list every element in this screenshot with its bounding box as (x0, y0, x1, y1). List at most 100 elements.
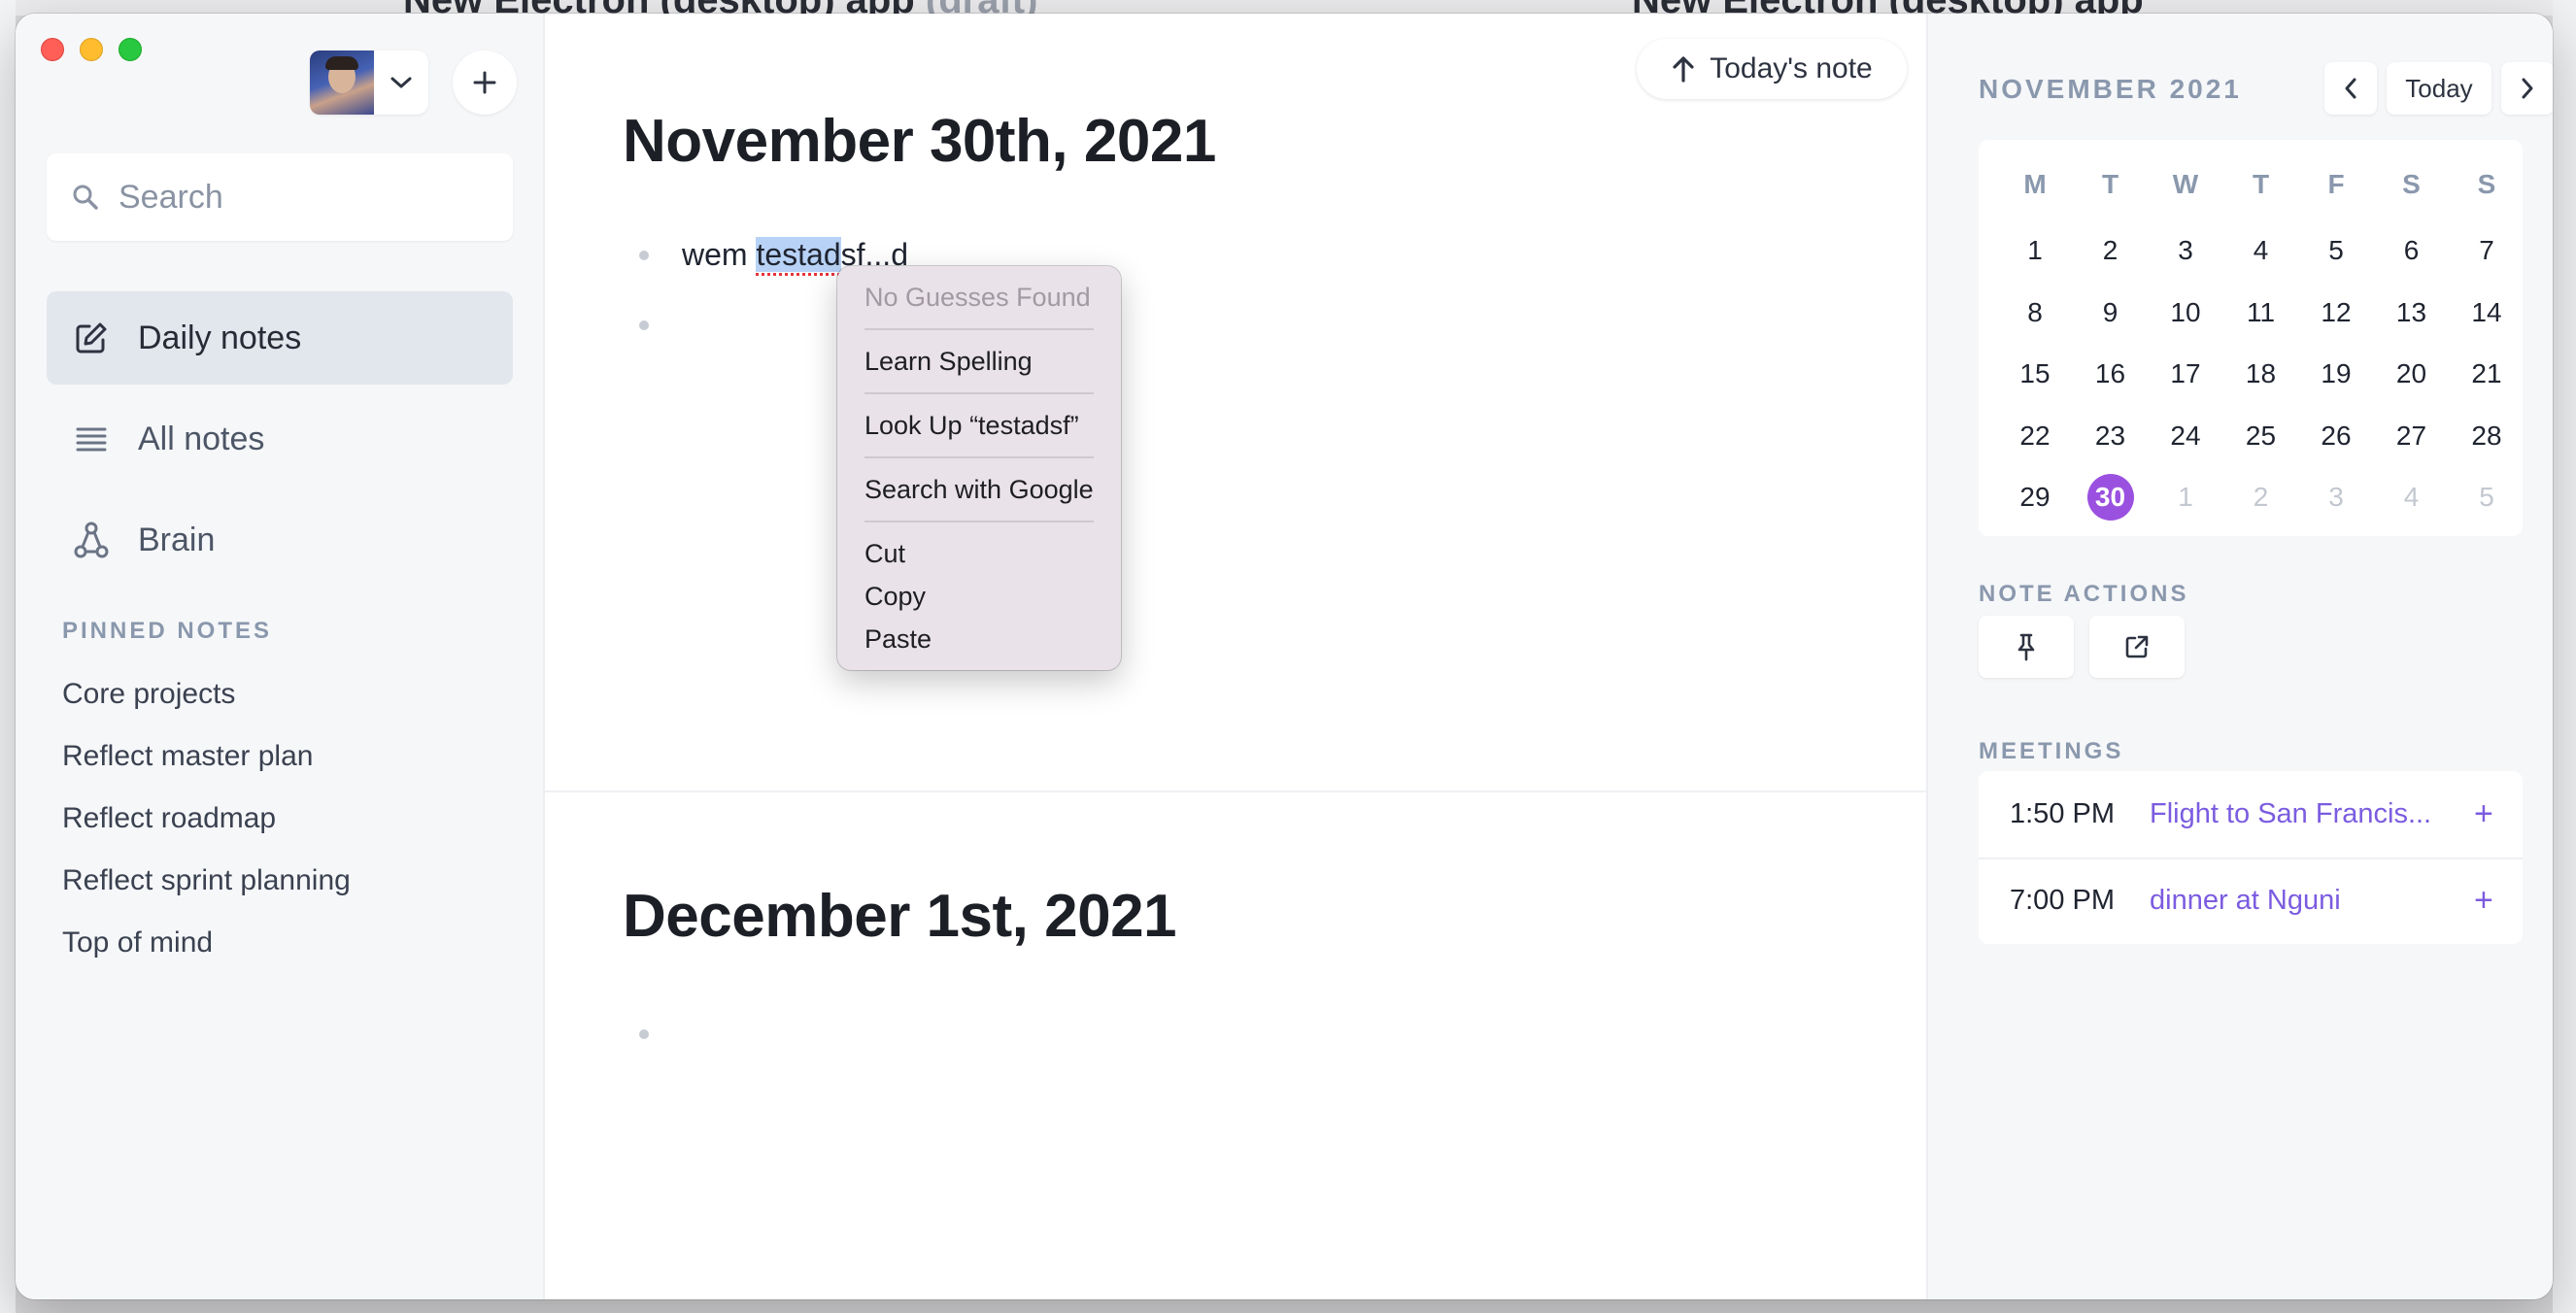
search-field[interactable] (47, 153, 513, 241)
calendar-day[interactable]: 7 (2457, 235, 2516, 266)
calendar-day[interactable]: 13 (2383, 297, 2441, 328)
calendar-day[interactable]: 17 (2156, 358, 2215, 389)
calendar-day[interactable]: 28 (2457, 421, 2516, 452)
calendar-day[interactable]: 21 (2457, 358, 2516, 389)
calendar-day[interactable]: 14 (2457, 297, 2516, 328)
calendar-day[interactable]: 9 (2082, 297, 2140, 328)
calendar-day[interactable]: 2 (2232, 482, 2290, 513)
account-switcher[interactable] (310, 50, 428, 115)
chevron-left-icon (2345, 78, 2356, 99)
meeting-title[interactable]: Flight to San Francis... (2150, 798, 2451, 830)
minimize-window-button[interactable] (80, 38, 103, 61)
menu-item-learn-spelling[interactable]: Learn Spelling (837, 340, 1121, 383)
calendar-day[interactable]: 3 (2156, 235, 2215, 266)
calendar-day[interactable]: 29 (2006, 482, 2064, 513)
menu-separator (864, 328, 1094, 330)
calendar-day[interactable]: 16 (2082, 358, 2140, 389)
calendar-day[interactable]: 10 (2156, 297, 2215, 328)
menu-item-paste[interactable]: Paste (837, 618, 1121, 660)
sidebar-item-label: All notes (138, 420, 265, 457)
right-panel: NOVEMBER 2021 Today M T W T F S S 1 2 3 4 5 6 7 8 9 10 11… (1926, 14, 2553, 1299)
menu-separator (864, 392, 1094, 394)
close-window-button[interactable] (41, 38, 64, 61)
meeting-row[interactable]: 1:50 PM Flight to San Francis... + (1979, 771, 2523, 858)
calendar-day[interactable]: 3 (2307, 482, 2365, 513)
calendar-day[interactable]: 22 (2006, 421, 2064, 452)
calendar-day[interactable]: 15 (2006, 358, 2064, 389)
menu-item-look-up[interactable]: Look Up “testadsf” (837, 404, 1121, 447)
calendar-day[interactable]: 25 (2232, 421, 2290, 452)
calendar-day[interactable]: 4 (2232, 235, 2290, 266)
menu-separator (864, 456, 1094, 458)
menu-item-search-google[interactable]: Search with Google (837, 468, 1121, 511)
calendar-day[interactable]: 18 (2232, 358, 2290, 389)
maximize-window-button[interactable] (119, 38, 142, 61)
background-right-strip (2553, 0, 2576, 1313)
sidebar: Daily notes All notes Brain PINNED NOTES… (16, 14, 545, 1299)
pinned-note-link[interactable]: Core projects (62, 678, 235, 711)
selected-misspelled-word[interactable]: testad (756, 237, 841, 272)
calendar-day[interactable]: 5 (2307, 235, 2365, 266)
pinned-note-link[interactable]: Reflect roadmap (62, 802, 276, 835)
new-note-button[interactable] (453, 50, 517, 115)
calendar-day[interactable]: 23 (2082, 421, 2140, 452)
pin-icon (2017, 633, 2035, 661)
today-button[interactable]: Today (2387, 62, 2491, 115)
bullet-point[interactable] (639, 1029, 649, 1039)
search-input[interactable] (119, 178, 488, 217)
calendar-day[interactable]: 12 (2307, 297, 2365, 328)
calendar-day[interactable]: 20 (2383, 358, 2441, 389)
calendar-day[interactable]: 6 (2383, 235, 2441, 266)
calendar-day[interactable]: 26 (2307, 421, 2365, 452)
day-title: November 30th, 2021 (623, 108, 1216, 175)
background-left-strip (0, 0, 16, 1313)
calendar-day[interactable]: 27 (2383, 421, 2441, 452)
weekday-header: T (2101, 169, 2119, 199)
calendar-day[interactable]: 1 (2006, 235, 2064, 266)
daily-notes-editor: Today's note November 30th, 2021 wem tes… (545, 14, 1926, 1299)
menu-item-cut[interactable]: Cut (837, 532, 1121, 575)
app-window: Daily notes All notes Brain PINNED NOTES… (16, 14, 2553, 1299)
next-month-button[interactable] (2501, 62, 2553, 115)
search-icon (73, 185, 98, 210)
previous-month-button[interactable] (2324, 62, 2377, 115)
arrow-up-icon (1673, 56, 1694, 83)
pinned-note-link[interactable]: Reflect master plan (62, 740, 313, 773)
avatar (310, 50, 374, 115)
calendar-day[interactable]: 4 (2383, 482, 2441, 513)
chevron-down-icon (374, 75, 428, 90)
bullet-point[interactable] (639, 320, 649, 330)
external-link-icon (2125, 635, 2149, 658)
calendar-day[interactable]: 5 (2457, 482, 2516, 513)
bullet-point (639, 251, 649, 260)
weekday-header: M (2023, 169, 2047, 199)
sidebar-item-brain[interactable]: Brain (47, 493, 513, 587)
calendar-month-title: NOVEMBER 2021 (1979, 74, 2242, 104)
add-meeting-note-button[interactable]: + (2474, 795, 2493, 833)
weekday-header: W (2172, 169, 2199, 199)
calendar-day[interactable]: 2 (2082, 235, 2140, 266)
pin-note-button[interactable] (1979, 616, 2074, 678)
list-icon (76, 427, 107, 452)
pinned-note-link[interactable]: Reflect sprint planning (62, 864, 351, 897)
meetings-heading: MEETINGS (1979, 738, 2124, 764)
sidebar-item-all-notes[interactable]: All notes (47, 392, 513, 486)
weekday-header: F (2327, 169, 2345, 199)
calendar-day[interactable]: 11 (2232, 297, 2290, 328)
calendar-day-selected[interactable]: 30 (2082, 482, 2140, 513)
calendar-day[interactable]: 1 (2156, 482, 2215, 513)
meeting-title[interactable]: dinner at Nguni (2150, 885, 2451, 917)
todays-note-button[interactable]: Today's note (1637, 39, 1907, 99)
calendar-day[interactable]: 24 (2156, 421, 2215, 452)
pinned-note-link[interactable]: Top of mind (62, 926, 213, 960)
meeting-row[interactable]: 7:00 PM dinner at Nguni + (1979, 858, 2523, 944)
menu-item-copy[interactable]: Copy (837, 575, 1121, 618)
calendar-day[interactable]: 8 (2006, 297, 2064, 328)
edit-icon (76, 322, 107, 354)
weekday-header: S (2402, 169, 2421, 199)
calendar-day[interactable]: 19 (2307, 358, 2365, 389)
weekday-header: S (2477, 169, 2496, 199)
sidebar-item-daily-notes[interactable]: Daily notes (47, 291, 513, 385)
open-external-button[interactable] (2089, 616, 2185, 678)
add-meeting-note-button[interactable]: + (2474, 882, 2493, 920)
